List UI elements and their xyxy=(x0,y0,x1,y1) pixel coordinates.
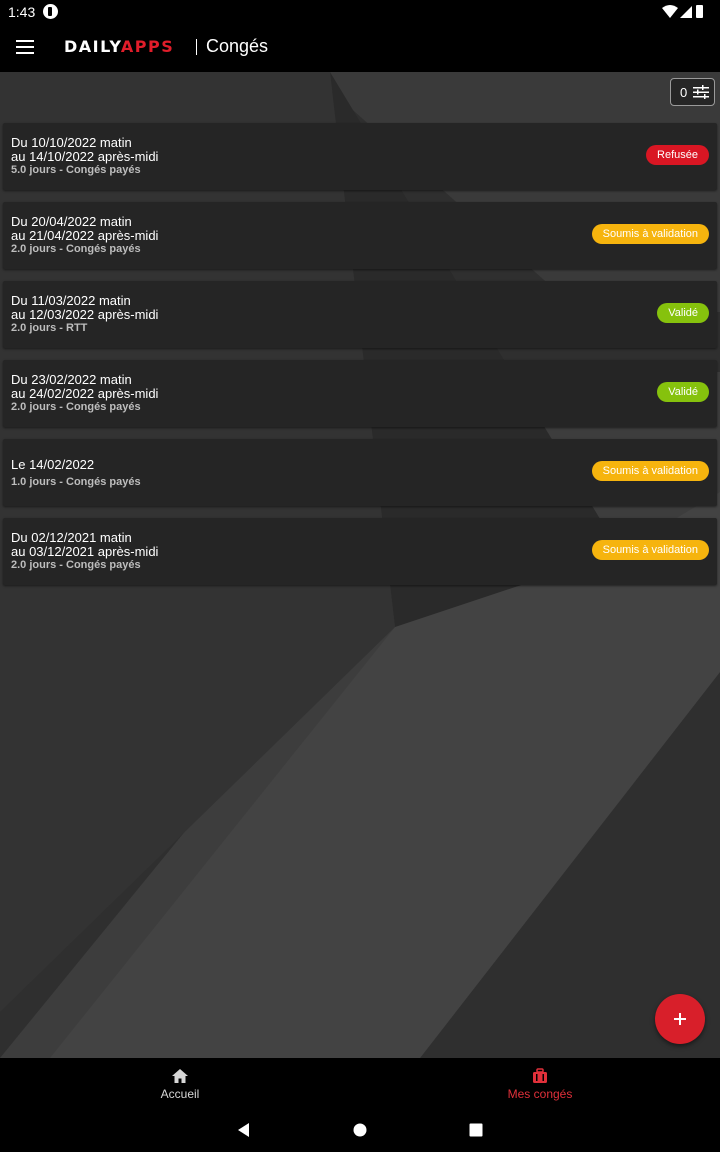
leave-end: au 03/12/2021 après-midi xyxy=(11,544,159,559)
leave-date: Le 14/02/2022 xyxy=(11,457,95,472)
battery-icon xyxy=(696,5,703,18)
status-badge: Soumis à validation xyxy=(591,461,709,481)
logo-daily: DAILY xyxy=(64,37,121,56)
home-button-icon[interactable] xyxy=(352,1122,368,1138)
status-badge: Validé xyxy=(657,303,709,323)
leave-start: Du 20/04/2022 matin xyxy=(11,214,132,229)
back-icon[interactable] xyxy=(236,1122,252,1138)
home-icon xyxy=(172,1069,188,1083)
app-bar: DAILYAPPS Congés xyxy=(0,24,720,72)
filter-button[interactable]: 0 xyxy=(670,78,715,106)
leave-meta: 1.0 jours - Congés payés xyxy=(11,476,141,488)
filter-count: 0 xyxy=(680,85,688,100)
leave-card[interactable]: Du 02/12/2021 matin au 03/12/2021 après-… xyxy=(3,518,717,585)
leave-end: au 21/04/2022 après-midi xyxy=(11,228,159,243)
app-notification-icon xyxy=(43,4,58,19)
nav-home[interactable]: Accueil xyxy=(0,1058,360,1108)
status-icons xyxy=(662,5,703,18)
status-badge: Validé xyxy=(657,382,709,402)
system-nav xyxy=(0,1108,720,1152)
leave-card[interactable]: Du 20/04/2022 matin au 21/04/2022 après-… xyxy=(3,202,717,269)
page-title: Congés xyxy=(206,36,269,56)
signal-icon xyxy=(680,6,692,18)
leave-card[interactable]: Du 10/10/2022 matin au 14/10/2022 après-… xyxy=(3,123,717,190)
leave-start: Du 10/10/2022 matin xyxy=(11,135,132,150)
leave-end: au 12/03/2022 après-midi xyxy=(11,307,159,322)
leave-end: au 14/10/2022 après-midi xyxy=(11,149,159,164)
logo-apps: APPS xyxy=(120,37,175,56)
status-badge: Soumis à validation xyxy=(591,224,709,244)
bottom-nav: Accueil Mes congés xyxy=(0,1058,720,1108)
status-bar: 1:43 xyxy=(0,0,720,24)
leave-meta: 2.0 jours - Congés payés xyxy=(11,401,141,413)
leave-meta: 2.0 jours - Congés payés xyxy=(11,243,141,255)
nav-home-label: Accueil xyxy=(160,1087,200,1101)
leave-card[interactable]: Du 23/02/2022 matin au 24/02/2022 après-… xyxy=(3,360,717,427)
status-time: 1:43 xyxy=(8,4,36,20)
main-content: 0 Du 10/10/2022 matin au 14/10/2022 aprè… xyxy=(0,72,720,1058)
leave-start: Du 02/12/2021 matin xyxy=(11,530,132,545)
nav-my-leaves[interactable]: Mes congés xyxy=(360,1058,720,1108)
leave-card[interactable]: Le 14/02/2022 1.0 jours - Congés payés S… xyxy=(3,439,717,506)
title-divider xyxy=(196,39,197,55)
tune-icon xyxy=(693,85,709,99)
leave-card[interactable]: Du 11/03/2022 matin au 12/03/2022 après-… xyxy=(3,281,717,348)
luggage-icon xyxy=(533,1068,547,1083)
leave-end: au 24/02/2022 après-midi xyxy=(11,386,159,401)
nav-my-leaves-label: Mes congés xyxy=(507,1087,573,1101)
status-badge: Soumis à validation xyxy=(591,540,709,560)
app-logo: DAILYAPPS xyxy=(64,37,174,57)
leave-meta: 2.0 jours - Congés payés xyxy=(11,559,141,571)
leave-start: Du 23/02/2022 matin xyxy=(11,372,132,387)
leave-meta: 2.0 jours - RTT xyxy=(11,322,88,334)
menu-icon[interactable] xyxy=(16,40,34,54)
recents-icon[interactable] xyxy=(468,1122,484,1138)
status-badge: Refusée xyxy=(646,145,709,165)
leave-start: Du 11/03/2022 matin xyxy=(11,293,131,308)
wifi-icon xyxy=(662,5,678,18)
leave-meta: 5.0 jours - Congés payés xyxy=(11,164,141,176)
add-leave-button[interactable] xyxy=(655,994,705,1044)
